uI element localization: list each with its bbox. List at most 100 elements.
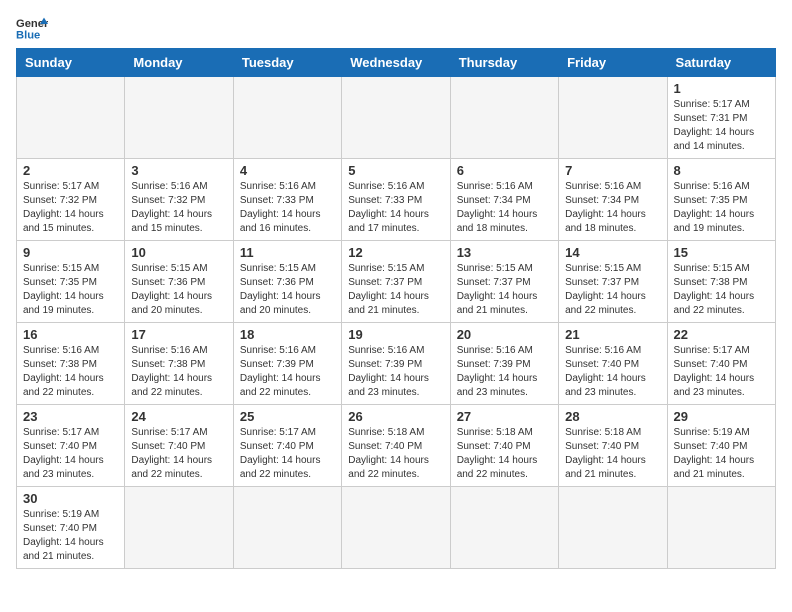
day-number: 13 (457, 245, 552, 260)
calendar-cell: 7Sunrise: 5:16 AM Sunset: 7:34 PM Daylig… (559, 159, 667, 241)
day-number: 25 (240, 409, 335, 424)
day-number: 7 (565, 163, 660, 178)
day-number: 28 (565, 409, 660, 424)
day-info: Sunrise: 5:17 AM Sunset: 7:31 PM Dayligh… (674, 98, 769, 154)
day-info: Sunrise: 5:16 AM Sunset: 7:34 PM Dayligh… (457, 180, 552, 236)
weekday-header-thursday: Thursday (450, 49, 558, 77)
calendar-cell: 26 Sunrise: 5:18 AM Sunset: 7:40 PM Dayli… (342, 405, 450, 487)
day-info: Sunrise: 5:19 AM Sunset: 7:40 PM Dayligh… (23, 508, 118, 564)
day-info: Sunrise: 5:16 AM Sunset: 7:32 PM Dayligh… (131, 180, 226, 236)
day-info: Sunrise: 5:15 AM Sunset: 7:35 PM Dayligh… (23, 262, 118, 318)
day-number: 1 (674, 81, 769, 96)
calendar-cell: 24 Sunrise: 5:17 AM Sunset: 7:40 PM Dayli… (125, 405, 233, 487)
day-info: Sunrise: 5:15 AM Sunset: 7:37 PM Dayligh… (348, 262, 443, 318)
day-number: 19 (348, 327, 443, 342)
day-number: 27 (457, 409, 552, 424)
day-info: Sunrise: 5:15 AM Sunset: 7:36 PM Dayligh… (131, 262, 226, 318)
weekday-header-row: SundayMondayTuesdayWednesdayThursdayFrid… (17, 49, 776, 77)
calendar-cell: 2 Sunrise: 5:17 AM Sunset: 7:32 PM Daylig… (17, 159, 125, 241)
calendar-cell: 19 Sunrise: 5:16 AM Sunset: 7:39 PM Dayli… (342, 323, 450, 405)
day-number: 21 (565, 327, 660, 342)
logo: General Blue (16, 16, 48, 40)
svg-text:Blue: Blue (16, 29, 40, 40)
day-number: 18 (240, 327, 335, 342)
calendar-cell: 16Sunrise: 5:16 AM Sunset: 7:38 PM Dayli… (17, 323, 125, 405)
day-number: 26 (348, 409, 443, 424)
week-row-1: 1 Sunrise: 5:17 AM Sunset: 7:31 PM Daylig… (17, 77, 776, 159)
day-info: Sunrise: 5:15 AM Sunset: 7:38 PM Dayligh… (674, 262, 769, 318)
day-number: 5 (348, 163, 443, 178)
day-number: 6 (457, 163, 552, 178)
calendar-cell: 22 Sunrise: 5:17 AM Sunset: 7:40 PM Dayli… (667, 323, 775, 405)
day-info: Sunrise: 5:16 AM Sunset: 7:39 PM Dayligh… (348, 344, 443, 400)
calendar-cell: 12 Sunrise: 5:15 AM Sunset: 7:37 PM Dayli… (342, 241, 450, 323)
day-info: Sunrise: 5:17 AM Sunset: 7:40 PM Dayligh… (131, 426, 226, 482)
calendar-cell: 21 Sunrise: 5:16 AM Sunset: 7:40 PM Dayli… (559, 323, 667, 405)
day-number: 30 (23, 491, 118, 506)
calendar-cell: 10 Sunrise: 5:15 AM Sunset: 7:36 PM Dayli… (125, 241, 233, 323)
day-info: Sunrise: 5:16 AM Sunset: 7:33 PM Dayligh… (240, 180, 335, 236)
day-info: Sunrise: 5:16 AM Sunset: 7:35 PM Dayligh… (674, 180, 769, 236)
calendar-cell (233, 77, 341, 159)
day-info: Sunrise: 5:18 AM Sunset: 7:40 PM Dayligh… (348, 426, 443, 482)
calendar-cell: 20 Sunrise: 5:16 AM Sunset: 7:39 PM Dayli… (450, 323, 558, 405)
day-number: 15 (674, 245, 769, 260)
calendar-cell: 15 Sunrise: 5:15 AM Sunset: 7:38 PM Dayli… (667, 241, 775, 323)
calendar-cell: 5Sunrise: 5:16 AM Sunset: 7:33 PM Daylig… (342, 159, 450, 241)
day-number: 3 (131, 163, 226, 178)
week-row-4: 16Sunrise: 5:16 AM Sunset: 7:38 PM Dayli… (17, 323, 776, 405)
day-info: Sunrise: 5:17 AM Sunset: 7:40 PM Dayligh… (240, 426, 335, 482)
day-info: Sunrise: 5:17 AM Sunset: 7:40 PM Dayligh… (23, 426, 118, 482)
calendar-cell (559, 77, 667, 159)
calendar-cell (233, 487, 341, 569)
day-info: Sunrise: 5:16 AM Sunset: 7:38 PM Dayligh… (131, 344, 226, 400)
calendar-cell (125, 77, 233, 159)
calendar-cell: 23Sunrise: 5:17 AM Sunset: 7:40 PM Dayli… (17, 405, 125, 487)
calendar-cell: 14 Sunrise: 5:15 AM Sunset: 7:37 PM Dayli… (559, 241, 667, 323)
day-info: Sunrise: 5:16 AM Sunset: 7:38 PM Dayligh… (23, 344, 118, 400)
week-row-2: 2 Sunrise: 5:17 AM Sunset: 7:32 PM Daylig… (17, 159, 776, 241)
week-row-5: 23Sunrise: 5:17 AM Sunset: 7:40 PM Dayli… (17, 405, 776, 487)
page-header: General Blue (16, 16, 776, 40)
calendar-cell: 1 Sunrise: 5:17 AM Sunset: 7:31 PM Daylig… (667, 77, 775, 159)
day-info: Sunrise: 5:15 AM Sunset: 7:37 PM Dayligh… (565, 262, 660, 318)
day-number: 22 (674, 327, 769, 342)
day-info: Sunrise: 5:17 AM Sunset: 7:32 PM Dayligh… (23, 180, 118, 236)
day-number: 2 (23, 163, 118, 178)
day-info: Sunrise: 5:17 AM Sunset: 7:40 PM Dayligh… (674, 344, 769, 400)
calendar-table: SundayMondayTuesdayWednesdayThursdayFrid… (16, 48, 776, 569)
day-info: Sunrise: 5:19 AM Sunset: 7:40 PM Dayligh… (674, 426, 769, 482)
calendar-cell: 4Sunrise: 5:16 AM Sunset: 7:33 PM Daylig… (233, 159, 341, 241)
day-info: Sunrise: 5:15 AM Sunset: 7:36 PM Dayligh… (240, 262, 335, 318)
week-row-3: 9Sunrise: 5:15 AM Sunset: 7:35 PM Daylig… (17, 241, 776, 323)
calendar-cell (342, 487, 450, 569)
day-number: 12 (348, 245, 443, 260)
weekday-header-tuesday: Tuesday (233, 49, 341, 77)
day-number: 24 (131, 409, 226, 424)
day-number: 20 (457, 327, 552, 342)
weekday-header-saturday: Saturday (667, 49, 775, 77)
calendar-cell (559, 487, 667, 569)
calendar-cell: 18 Sunrise: 5:16 AM Sunset: 7:39 PM Dayli… (233, 323, 341, 405)
day-info: Sunrise: 5:18 AM Sunset: 7:40 PM Dayligh… (565, 426, 660, 482)
calendar-cell (17, 77, 125, 159)
calendar-cell: 13Sunrise: 5:15 AM Sunset: 7:37 PM Dayli… (450, 241, 558, 323)
calendar-cell: 8 Sunrise: 5:16 AM Sunset: 7:35 PM Daylig… (667, 159, 775, 241)
calendar-cell: 25 Sunrise: 5:17 AM Sunset: 7:40 PM Dayli… (233, 405, 341, 487)
day-number: 29 (674, 409, 769, 424)
day-number: 10 (131, 245, 226, 260)
day-number: 8 (674, 163, 769, 178)
week-row-6: 30 Sunrise: 5:19 AM Sunset: 7:40 PM Dayli… (17, 487, 776, 569)
weekday-header-friday: Friday (559, 49, 667, 77)
day-info: Sunrise: 5:16 AM Sunset: 7:40 PM Dayligh… (565, 344, 660, 400)
logo-icon: General Blue (16, 16, 48, 40)
day-number: 11 (240, 245, 335, 260)
day-info: Sunrise: 5:16 AM Sunset: 7:39 PM Dayligh… (457, 344, 552, 400)
calendar-cell: 27Sunrise: 5:18 AM Sunset: 7:40 PM Dayli… (450, 405, 558, 487)
day-number: 17 (131, 327, 226, 342)
day-info: Sunrise: 5:16 AM Sunset: 7:39 PM Dayligh… (240, 344, 335, 400)
weekday-header-wednesday: Wednesday (342, 49, 450, 77)
calendar-cell: 9Sunrise: 5:15 AM Sunset: 7:35 PM Daylig… (17, 241, 125, 323)
day-number: 14 (565, 245, 660, 260)
calendar-cell: 3 Sunrise: 5:16 AM Sunset: 7:32 PM Daylig… (125, 159, 233, 241)
